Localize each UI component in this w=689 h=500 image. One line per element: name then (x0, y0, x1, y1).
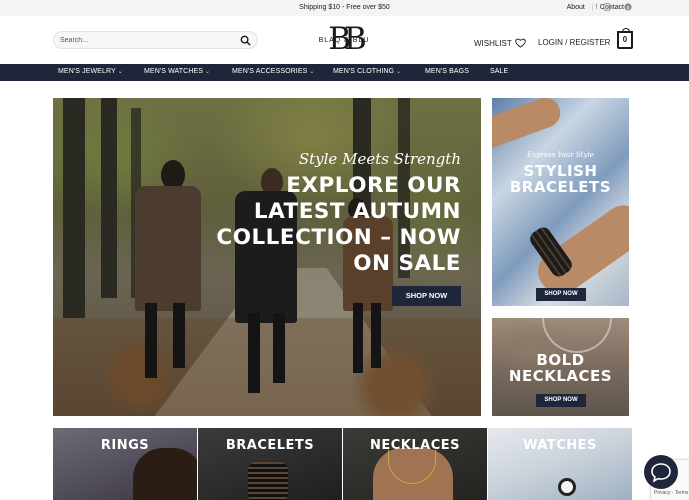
category-photo (133, 448, 197, 500)
category-bracelets[interactable]: BRACELETS (198, 428, 342, 500)
cart-count: 0 (622, 35, 628, 44)
nav-label: MEN'S ACCESSORIES (232, 68, 308, 75)
hero-photo-figure (173, 303, 185, 368)
nav-mens-watches[interactable]: MEN'S WATCHES ⌄ (144, 68, 210, 75)
hero-photo-figure (135, 186, 201, 311)
promo-necklaces[interactable]: BOLD NECKLACES SHOP NOW (492, 318, 629, 416)
category-photo (248, 462, 288, 500)
hero-photo-figure (371, 303, 381, 368)
category-rings[interactable]: RINGS (53, 428, 197, 500)
hero-photo-tree (101, 98, 117, 298)
category-label: NECKLACES (369, 438, 460, 453)
tiktok-icon[interactable]: ♪ (613, 3, 622, 12)
nav-label: MEN'S JEWELRY (58, 68, 116, 75)
chevron-down-icon: ⌄ (309, 69, 315, 75)
hero-photo-figure (353, 303, 363, 373)
category-label: RINGS (100, 438, 150, 453)
hero-photo-figure (248, 313, 260, 393)
promo-photo-arm (492, 98, 565, 153)
promo-bracelets-shop-now-button[interactable]: SHOP NOW (536, 288, 586, 301)
category-label: BRACELETS (225, 438, 315, 453)
promo-bracelets-tagline: Express Your Style (527, 151, 594, 159)
nav-label: MEN'S BAGS (425, 68, 469, 75)
main-nav: MEN'S JEWELRY ⌄ MEN'S WATCHES ⌄ MEN'S ACCE… (0, 64, 689, 81)
chevron-down-icon: ⌄ (396, 69, 402, 75)
about-link[interactable]: About (560, 4, 592, 11)
promo-necklaces-shop-now-button[interactable]: SHOP NOW (536, 394, 586, 407)
chat-widget-button[interactable] (644, 455, 678, 489)
promo-bracelets[interactable]: Express Your Style STYLISH BRACELETS SHO… (492, 98, 629, 306)
instagram-icon[interactable] (602, 3, 611, 12)
facebook-icon[interactable]: f (592, 3, 601, 12)
nav-sale[interactable]: SALE (490, 68, 508, 75)
hero-photo-leaves (53, 318, 481, 416)
nav-mens-clothing[interactable]: MEN'S CLOTHING ⌄ (333, 68, 401, 75)
logo-wordmark: BLAQ & BLU (318, 37, 370, 44)
search-icon[interactable] (240, 35, 251, 46)
nav-label: MEN'S CLOTHING (333, 68, 395, 75)
wishlist-label: WISHLIST (474, 38, 512, 48)
svg-text:p: p (626, 5, 629, 11)
nav-mens-accessories[interactable]: MEN'S ACCESSORIES ⌄ (232, 68, 315, 75)
login-register-link[interactable]: LOGIN / REGISTER (538, 38, 610, 47)
category-watches[interactable]: WATCHES (488, 428, 632, 500)
chat-bubble-icon (651, 463, 671, 483)
chevron-down-icon: ⌄ (205, 69, 211, 75)
category-label: WATCHES (523, 438, 597, 453)
heart-icon (515, 38, 526, 48)
nav-mens-jewelry[interactable]: MEN'S JEWELRY ⌄ (58, 68, 123, 75)
nav-label: SALE (490, 68, 509, 75)
category-necklaces[interactable]: NECKLACES (343, 428, 487, 500)
search-box (53, 31, 258, 49)
hero-banner[interactable]: Style Meets Strength EXPLORE OUR LATEST … (53, 98, 481, 416)
nav-label: MEN'S WATCHES (144, 68, 204, 75)
hero-photo-figure (145, 303, 157, 378)
hero-shop-now-button[interactable]: SHOP NOW (392, 286, 461, 306)
promo-bracelets-title: STYLISH BRACELETS (509, 162, 612, 196)
chevron-down-icon: ⌄ (117, 69, 123, 75)
site-logo[interactable]: BB BLAQ & BLU (306, 22, 382, 60)
hero-title: EXPLORE OUR LATEST AUTUMN COLLECTION – N… (216, 173, 461, 276)
wishlist-link[interactable]: WISHLIST (474, 38, 526, 48)
nav-mens-bags[interactable]: MEN'S BAGS (425, 68, 469, 75)
hero-photo-tree (63, 98, 85, 318)
top-bar: Shipping $10 - Free over $50 About Conta… (0, 0, 689, 16)
recaptcha-text: Privacy - Terms (654, 490, 689, 496)
hero-photo-figure (273, 313, 285, 383)
search-input[interactable] (60, 34, 230, 47)
site-header: BB BLAQ & BLU WISHLIST LOGIN / REGISTER … (0, 16, 689, 64)
promo-necklaces-title: BOLD NECKLACES (508, 351, 613, 385)
cart-button[interactable]: 0 (617, 28, 633, 49)
hero-tagline: Style Meets Strength (298, 150, 461, 168)
promo-photo-necklace (542, 318, 612, 353)
category-photo (558, 478, 576, 496)
pinterest-icon[interactable]: p (623, 3, 632, 12)
